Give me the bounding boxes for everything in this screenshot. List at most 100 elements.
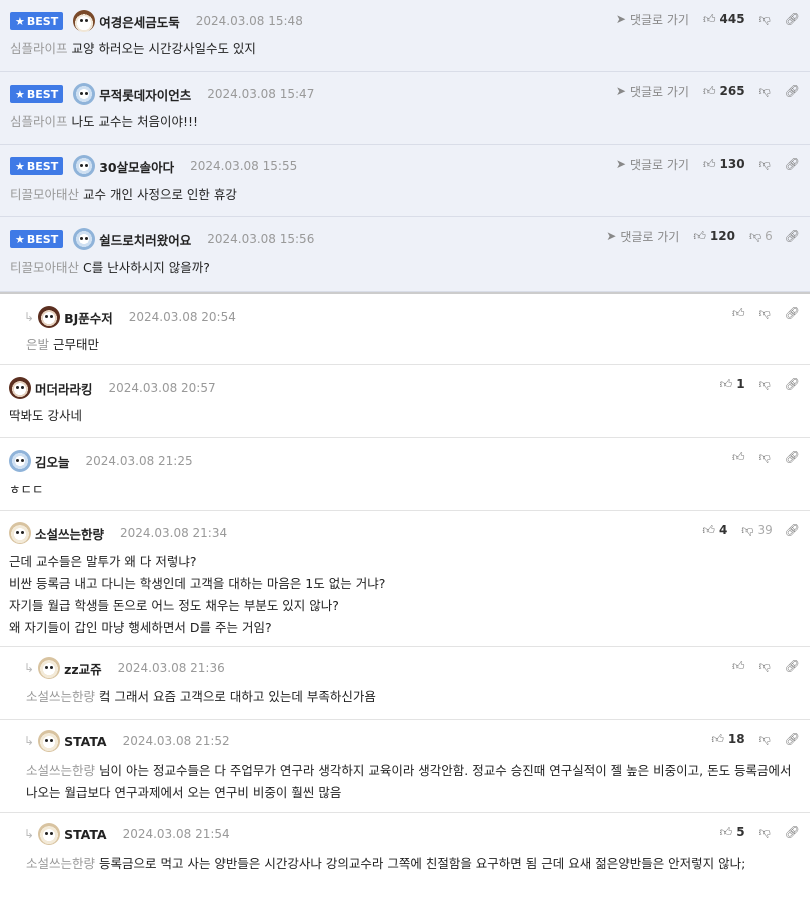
reply-arrow-icon: ↳ [24, 661, 35, 675]
avatar[interactable] [73, 10, 96, 32]
thumbs-up-icon[interactable]: 👍︎ [732, 306, 745, 321]
avatar[interactable] [38, 730, 61, 752]
downvote-button[interactable]: 👎︎ 39 [741, 523, 784, 538]
link-icon[interactable]: 🔗︎ [785, 732, 800, 746]
upvote-button[interactable]: 👍︎ 445 [703, 12, 759, 27]
thumbs-up-icon: 👍︎ [711, 731, 724, 746]
thumbs-down-icon[interactable]: 👎︎ [759, 732, 771, 747]
thumbs-down-icon[interactable]: 👎︎ [759, 659, 771, 674]
thumbs-down-icon[interactable]: 👎︎ [759, 825, 771, 840]
avatar[interactable] [73, 155, 96, 177]
link-icon[interactable]: 🔗︎ [785, 12, 800, 26]
goto-comment-button[interactable]: ➤ 댓글로 가기 [606, 228, 679, 245]
link-icon[interactable]: 🔗︎ [785, 377, 800, 391]
link-icon[interactable]: 🔗︎ [785, 523, 800, 537]
thumbs-up-icon[interactable]: 👍︎ [732, 659, 745, 674]
reply-arrow-icon: ↳ [24, 734, 35, 748]
avatar[interactable] [38, 657, 61, 679]
thumbs-up-icon[interactable]: 👍︎ [732, 450, 745, 465]
star-icon: ★ [15, 14, 25, 28]
comment-date: 2024.03.08 15:56 [207, 232, 315, 246]
reply-target[interactable]: 티끌모아태산 [10, 260, 79, 275]
comment-date: 2024.03.08 21:54 [122, 827, 230, 841]
reply-target[interactable]: 소설쓰는한량 [26, 689, 95, 704]
link-icon[interactable]: 🔗︎ [785, 659, 800, 673]
upvote-button[interactable]: 👍︎ 130 [703, 157, 759, 172]
nickname[interactable]: 머더라라킹 [35, 379, 93, 398]
nickname[interactable]: zz교쥬 [64, 659, 102, 678]
comment-body: 소설쓰는한량 컼 그래서 요즘 고객으로 대하고 있는데 부족하신가욤 [26, 689, 376, 704]
nickname[interactable]: 소설쓰는한량 [35, 524, 104, 543]
upvote-button[interactable]: 👍︎ 18 [711, 732, 758, 747]
thumbs-down-icon[interactable]: 👎︎ [759, 12, 771, 27]
reply-target[interactable]: 소설쓰는한량 [26, 763, 95, 778]
best-badge: ★ BEST [10, 157, 64, 175]
link-icon[interactable]: 🔗︎ [785, 84, 800, 98]
nickname[interactable]: 여경은세금도둑 [99, 12, 180, 31]
upvote-button[interactable]: 👍︎ 120 [693, 229, 749, 244]
best-comment: ★ BEST 무적롯데자이언츠 2024.03.08 15:47 심플라이프 나도 … [0, 72, 810, 145]
comment-body: 심플라이프 교양 하러오는 시간강사일수도 있지 [10, 41, 256, 56]
reply-target[interactable]: 티끌모아태산 [10, 187, 79, 202]
link-icon[interactable]: 🔗︎ [785, 157, 800, 171]
link-icon[interactable]: 🔗︎ [785, 825, 800, 839]
nickname[interactable]: 쉴드로치러왔어요 [99, 230, 191, 249]
nickname[interactable]: BJ푼수저 [64, 308, 113, 327]
comment-body: 소설쓰는한량 등록금으로 먹고 사는 양반들은 시간강사나 강의교수라 그쪽에 친… [26, 856, 746, 871]
thumbs-down-icon[interactable]: 👎︎ [759, 157, 771, 172]
upvote-button[interactable]: 👍︎ 1 [720, 377, 759, 392]
thumbs-down-icon[interactable]: 👎︎ [759, 306, 771, 321]
thumbs-down-icon: 👎︎ [748, 228, 762, 243]
downvote-button[interactable]: 👎︎ 6 [749, 229, 785, 244]
send-icon: ➤ [615, 12, 626, 26]
thumbs-down-icon[interactable]: 👎︎ [759, 84, 771, 99]
comment: 소설쓰는한량 2024.03.08 21:34 근데 교수들은 말투가 왜 다 … [0, 511, 810, 647]
thumbs-up-icon: 👍︎ [719, 376, 733, 391]
comment: 김오늘 2024.03.08 21:25 ㅎㄷㄷ 👍︎ 👎︎ 🔗︎ [0, 438, 810, 511]
comment-body: 티끌모아태산 교수 개인 사정으로 인한 휴강 [10, 187, 237, 202]
reply-comment: ↳ STATA 2024.03.08 21:52 소설쓰는한량 님이 아는 정교수… [0, 720, 810, 813]
best-badge: ★ BEST [10, 12, 64, 30]
upvote-button[interactable]: 👍︎ 265 [703, 84, 759, 99]
nickname[interactable]: STATA [64, 827, 107, 842]
avatar[interactable] [38, 823, 61, 845]
reply-target[interactable]: 심플라이프 [10, 41, 68, 56]
link-icon[interactable]: 🔗︎ [785, 229, 800, 243]
upvote-button[interactable]: 👍︎ 4 [702, 523, 741, 538]
avatar[interactable] [38, 306, 61, 328]
send-icon: ➤ [615, 84, 626, 98]
reply-comment: ↳ STATA 2024.03.08 21:54 소설쓰는한량 등록금으로 먹고 … [0, 813, 810, 905]
best-comment: ★ BEST 여경은세금도둑 2024.03.08 15:48 심플라이프 교양 하… [0, 0, 810, 72]
nickname[interactable]: STATA [64, 734, 107, 749]
send-icon: ➤ [606, 229, 617, 243]
star-icon: ★ [15, 87, 25, 101]
best-comment: ★ BEST 쉴드로치러왔어요 2024.03.08 15:56 티끌모아태산 C를… [0, 217, 810, 292]
comment-date: 2024.03.08 20:57 [108, 381, 216, 395]
best-comment: ★ BEST 30살모솔아다 2024.03.08 15:55 티끌모아태산 교수 … [0, 145, 810, 217]
comment-body: ㅎㄷㄷ [9, 482, 44, 497]
comment-body: 티끌모아태산 C를 난사하시지 않을까? [10, 260, 210, 275]
avatar[interactable] [73, 228, 96, 250]
reply-target[interactable]: 소설쓰는한량 [26, 856, 95, 871]
thumbs-down-icon[interactable]: 👎︎ [759, 450, 771, 465]
nickname[interactable]: 무적롯데자이언츠 [99, 85, 191, 104]
link-icon[interactable]: 🔗︎ [785, 450, 800, 464]
goto-comment-button[interactable]: ➤ 댓글로 가기 [616, 11, 689, 28]
reply-target[interactable]: 은발 [26, 337, 49, 352]
comment-date: 2024.03.08 15:47 [207, 87, 315, 101]
avatar[interactable] [9, 450, 31, 472]
reply-arrow-icon: ↳ [24, 827, 35, 841]
avatar[interactable] [9, 522, 31, 544]
avatar[interactable] [73, 83, 96, 105]
nickname[interactable]: 30살모솔아다 [99, 157, 174, 176]
comment-body: 소설쓰는한량 님이 아는 정교수들은 다 주업무가 연구라 생각하지 교육이라 생… [26, 763, 792, 800]
thumbs-down-icon[interactable]: 👎︎ [759, 377, 771, 392]
thumbs-up-icon: 👍︎ [719, 824, 733, 839]
reply-target[interactable]: 심플라이프 [10, 114, 68, 129]
nickname[interactable]: 김오늘 [35, 452, 70, 471]
link-icon[interactable]: 🔗︎ [785, 306, 800, 320]
goto-comment-button[interactable]: ➤ 댓글로 가기 [616, 156, 689, 173]
goto-comment-button[interactable]: ➤ 댓글로 가기 [616, 83, 689, 100]
avatar[interactable] [9, 377, 31, 399]
upvote-button[interactable]: 👍︎ 5 [720, 825, 759, 840]
